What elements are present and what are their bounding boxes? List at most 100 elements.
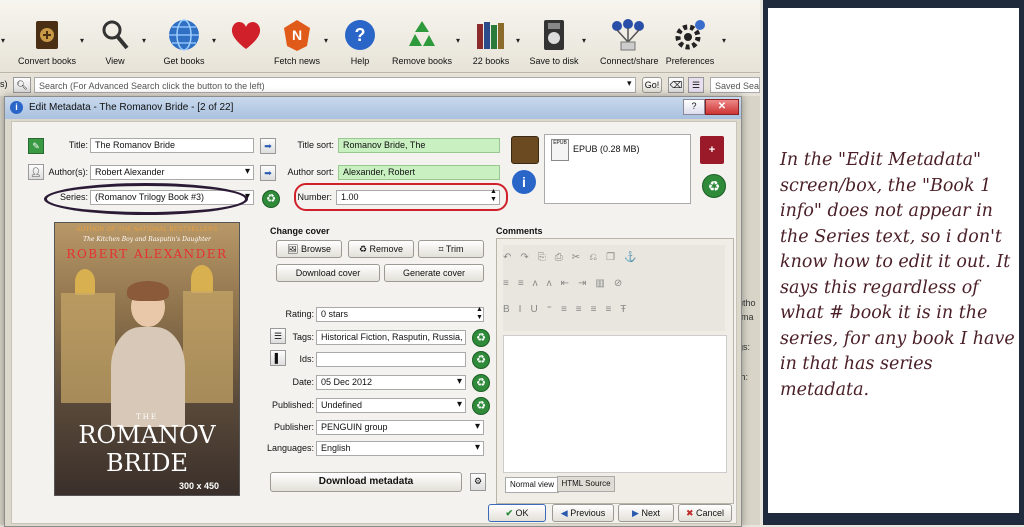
remove-cover-button[interactable]: ♻ Remove bbox=[348, 240, 414, 258]
cover-author: ROBERT ALEXANDER bbox=[66, 247, 228, 261]
cancel-icon: ✖ bbox=[685, 508, 694, 518]
recycle-icon bbox=[409, 21, 435, 46]
browse-cover-button[interactable]: 🖼︎ Browse bbox=[276, 240, 342, 258]
author-sort-label: Author sort: bbox=[287, 167, 334, 177]
cover-sub: The Kitchen Boy and Rasputin's Daughter bbox=[83, 236, 211, 243]
title-sort-label: Title sort: bbox=[297, 140, 334, 150]
dialog-close-button[interactable]: ✕ bbox=[705, 99, 739, 115]
toolbar-preferences[interactable]: Preferences ▾ bbox=[664, 0, 726, 72]
clear-tags-recycle-icon[interactable]: ♻ bbox=[472, 329, 490, 347]
toolbar-donate[interactable] bbox=[226, 0, 266, 72]
clear-date-recycle-icon[interactable]: ♻ bbox=[472, 374, 490, 392]
toolbar-remove-books[interactable]: Remove books ▾ bbox=[392, 0, 460, 72]
button-label: Next bbox=[641, 508, 660, 518]
saved-search-icon[interactable]: ☰ bbox=[688, 77, 704, 93]
trim-cover-button[interactable]: ⌗ Trim bbox=[418, 240, 484, 258]
number-annotation-outline bbox=[294, 183, 508, 211]
toolbar-label: View bbox=[105, 56, 125, 66]
button-label: OK bbox=[515, 508, 529, 518]
book-cover-image: AUTHOR OF THE NATIONAL BESTSELLERS The K… bbox=[54, 222, 240, 496]
spinbox-arrows-icon[interactable]: ▲ ▼ bbox=[476, 306, 483, 322]
search-input[interactable]: Search (For Advanced Search click the bu… bbox=[34, 77, 636, 93]
ids-label: Ids: bbox=[299, 354, 314, 364]
advanced-search-button[interactable]: 🔍︎ bbox=[13, 77, 31, 93]
generate-cover-button[interactable]: Generate cover bbox=[384, 264, 484, 282]
toolbar-convert-books[interactable]: Convert books ▾ bbox=[14, 0, 84, 72]
toolbar-connect-share[interactable]: Connect/share bbox=[600, 0, 659, 72]
toolbar-label: Get books bbox=[163, 56, 205, 66]
languages-label: Languages: bbox=[266, 443, 314, 453]
add-format-icon[interactable]: + bbox=[700, 136, 724, 164]
dialog-help-button[interactable]: ? bbox=[683, 99, 705, 115]
metadata-sources-config-icon[interactable]: ⚙ bbox=[470, 473, 486, 491]
arrow-left-icon: ◀ bbox=[560, 508, 568, 518]
help-icon: ? bbox=[345, 20, 375, 50]
tags-label: Tags: bbox=[292, 332, 314, 342]
saved-search-input[interactable]: Saved Search bbox=[710, 77, 760, 93]
publisher-combobox[interactable]: PENGUIN group bbox=[316, 420, 484, 435]
date-input[interactable]: 05 Dec 2012 bbox=[316, 375, 466, 390]
title-input[interactable]: The Romanov Bride bbox=[90, 138, 254, 153]
ok-button[interactable]: ✔ OK bbox=[488, 504, 546, 522]
chevron-down-icon[interactable]: ▾ bbox=[324, 36, 328, 45]
toolbar-overflow-caret[interactable]: ▾ bbox=[0, 0, 8, 72]
rating-spinbox[interactable]: 0 stars bbox=[316, 307, 484, 322]
toolbar-save-to-disk[interactable]: Save to disk ▾ bbox=[528, 0, 586, 72]
rating-label: Rating: bbox=[285, 309, 314, 319]
go-button[interactable]: Go! bbox=[642, 77, 662, 93]
toolbar-get-books[interactable]: Get books ▾ bbox=[160, 0, 216, 72]
get-books-globe-icon bbox=[169, 19, 199, 51]
publisher-label: Publisher: bbox=[273, 422, 314, 432]
toolbar-view[interactable]: View ▾ bbox=[92, 0, 146, 72]
chevron-down-icon[interactable]: ▾ bbox=[456, 36, 460, 45]
ids-input[interactable] bbox=[316, 352, 466, 367]
title-case-icon[interactable]: ✎ bbox=[28, 138, 44, 154]
save-disk-icon bbox=[544, 20, 564, 50]
chevron-down-icon[interactable]: ▾ bbox=[722, 36, 726, 45]
comments-text-area[interactable] bbox=[503, 335, 727, 473]
change-cover-heading: Change cover bbox=[270, 226, 330, 236]
info-icon[interactable]: i bbox=[512, 170, 536, 194]
person-icon[interactable]: 👤︎ bbox=[28, 164, 44, 180]
title-label: Title: bbox=[68, 140, 88, 150]
toolbar-label: Fetch news bbox=[274, 56, 321, 66]
copy-author-to-sort-icon[interactable]: ➡ bbox=[260, 165, 276, 181]
cover-title2: BRIDE bbox=[106, 449, 188, 477]
formats-list[interactable]: EPUB EPUB (0.28 MB) bbox=[544, 134, 691, 204]
clear-published-recycle-icon[interactable]: ♻ bbox=[472, 397, 490, 415]
download-metadata-button[interactable]: Download metadata bbox=[270, 472, 462, 492]
search-row-left-text: s) bbox=[0, 79, 8, 89]
toolbar-fetch-news[interactable]: N Fetch news ▾ bbox=[274, 0, 328, 72]
languages-combobox[interactable]: English bbox=[316, 441, 484, 456]
clear-series-recycle-icon[interactable]: ♻ bbox=[262, 190, 280, 208]
toolbar-help[interactable]: ? Help bbox=[340, 0, 380, 72]
tab-normal-view[interactable]: Normal view bbox=[505, 477, 559, 493]
copy-title-to-sort-icon[interactable]: ➡ bbox=[260, 138, 276, 154]
clear-search-icon[interactable]: ⌫ bbox=[668, 77, 684, 93]
chevron-down-icon[interactable]: ▾ bbox=[516, 36, 520, 45]
remove-format-recycle-icon[interactable]: ♻ bbox=[702, 174, 726, 198]
tab-html-source[interactable]: HTML Source bbox=[557, 476, 615, 492]
authors-combobox[interactable]: Robert Alexander bbox=[90, 165, 254, 180]
chevron-down-icon[interactable]: ▾ bbox=[582, 36, 586, 45]
toolbar-label: Convert books bbox=[17, 56, 77, 66]
clear-ids-recycle-icon[interactable]: ♻ bbox=[472, 351, 490, 369]
download-cover-button[interactable]: Download cover bbox=[276, 264, 380, 282]
chevron-down-icon[interactable]: ▾ bbox=[142, 36, 146, 45]
title-sort-input[interactable]: Romanov Bride, The bbox=[338, 138, 500, 153]
chevron-down-icon[interactable]: ▾ bbox=[80, 36, 84, 45]
dialog-body: ✎ Title: The Romanov Bride ➡ Title sort:… bbox=[11, 121, 737, 524]
next-button[interactable]: ▶ Next bbox=[618, 504, 674, 522]
book-cover-icon[interactable] bbox=[511, 136, 539, 164]
chevron-down-icon[interactable]: ▾ bbox=[212, 36, 216, 45]
cancel-button[interactable]: ✖ Cancel bbox=[678, 504, 732, 522]
previous-button[interactable]: ◀ Previous bbox=[552, 504, 614, 522]
author-sort-input[interactable]: Alexander, Robert bbox=[338, 165, 500, 180]
comments-formatting-toolbar[interactable]: ↶↷⎘⎙✂⎌❐⚓ ≡≡ʌʌ⇤⇥▥⊘ BIU⁼≡≡≡≡Ŧ bbox=[503, 245, 725, 331]
format-entry[interactable]: EPUB (0.28 MB) bbox=[573, 144, 640, 154]
toolbar-library[interactable]: 22 books ▾ bbox=[470, 0, 520, 72]
button-label: Trim bbox=[445, 244, 464, 254]
tags-input[interactable]: Historical Fiction, Rasputin, Russia, Ro bbox=[316, 330, 466, 345]
published-input[interactable]: Undefined bbox=[316, 398, 466, 413]
chevron-down-icon[interactable]: ▾ bbox=[627, 78, 632, 89]
